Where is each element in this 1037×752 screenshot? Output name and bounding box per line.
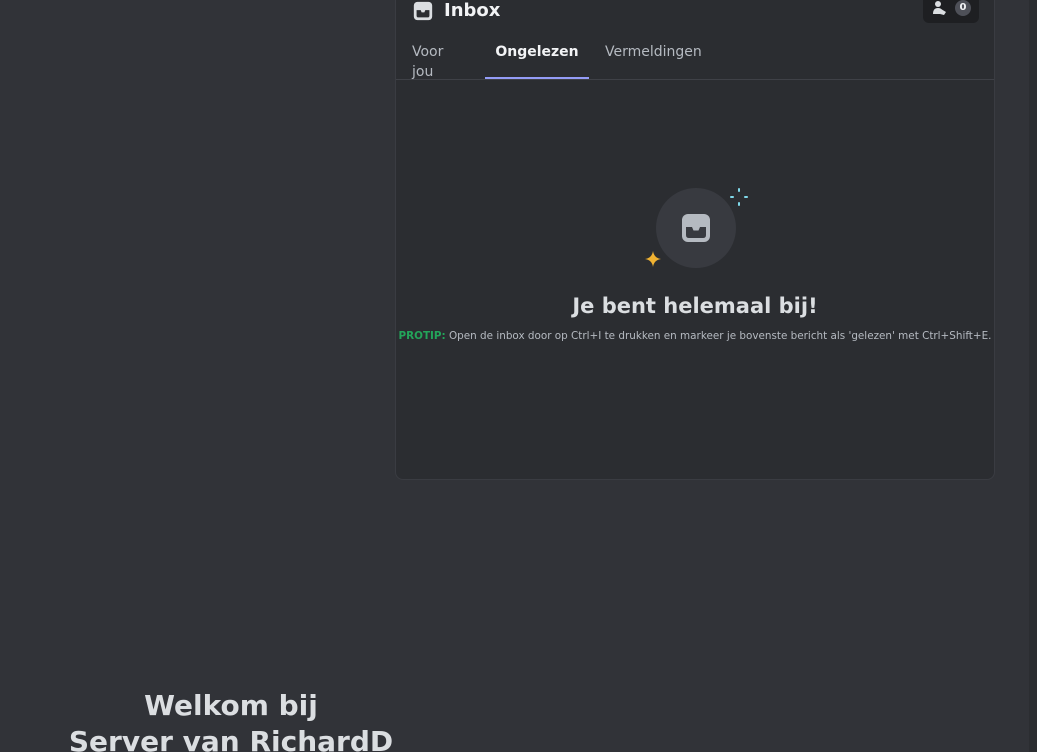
inbox-title-row: Inbox: [412, 0, 500, 23]
welcome-line-2: Server van RichardD: [68, 725, 394, 752]
empty-state: Je bent helemaal bij! PROTIP: Open de in…: [396, 80, 994, 479]
protip-body: Open de inbox door op Ctrl+I te drukken …: [445, 330, 992, 342]
empty-title: Je bent helemaal bij!: [572, 294, 818, 318]
tab-voor-jou[interactable]: Voor jou: [412, 41, 469, 80]
welcome-heading: Welkom bij Server van RichardD: [0, 688, 462, 752]
tab-ongelezen[interactable]: Ongelezen: [485, 41, 589, 79]
app-background: Welkom bij Server van RichardD Inbox 0 V…: [0, 0, 1037, 752]
tray-icon: [682, 214, 710, 242]
tab-vermeldingen[interactable]: Vermeldingen: [605, 41, 705, 79]
inbox-tabs: Voor jou Ongelezen Vermeldingen: [396, 41, 705, 80]
count-badge: 0: [955, 0, 971, 16]
protip-text: PROTIP: Open de inbox door op Ctrl+I te …: [396, 329, 994, 343]
inbox-help-button[interactable]: 0: [923, 0, 979, 23]
protip-label: PROTIP:: [398, 330, 446, 342]
person-icon: [933, 1, 946, 15]
inbox-title: Inbox: [444, 0, 501, 21]
inbox-header: Inbox 0 Voor jou Ongelezen Vermeldingen: [396, 0, 994, 80]
star-icon: [645, 251, 661, 267]
empty-illustration: [642, 184, 752, 274]
sparkle-icon: [730, 188, 748, 206]
scrollbar-track[interactable]: [1029, 0, 1037, 752]
welcome-line-1: Welkom bij: [144, 689, 318, 722]
inbox-panel: Inbox 0 Voor jou Ongelezen Vermeldingen: [395, 0, 995, 480]
inbox-icon: [413, 1, 433, 21]
